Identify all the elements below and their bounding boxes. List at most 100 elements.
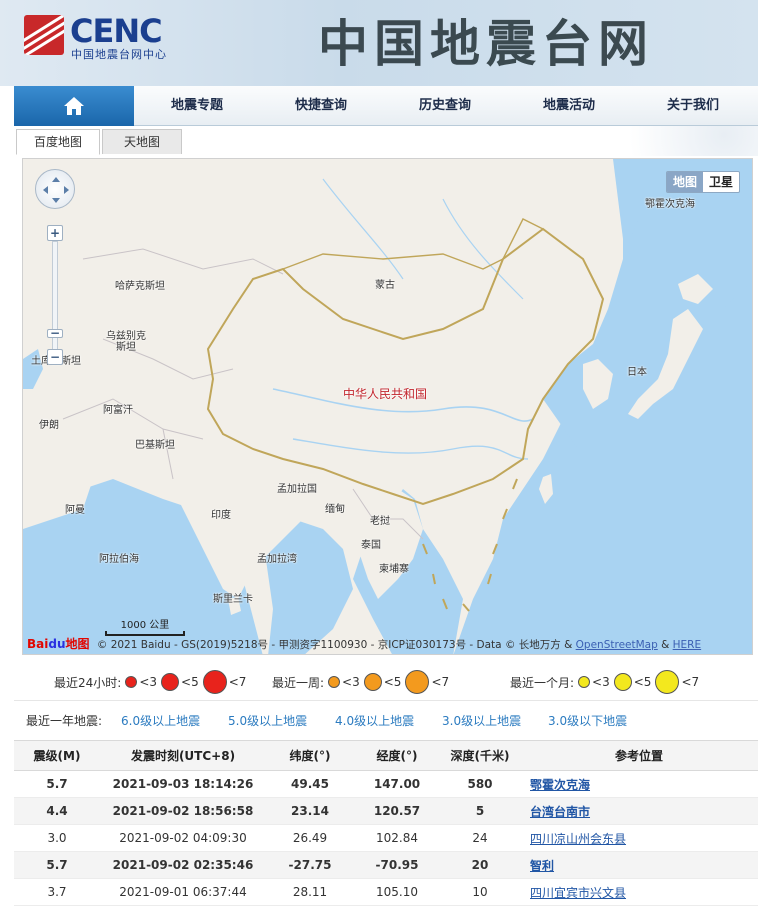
map-label-cambodia: 柬埔寨 xyxy=(379,564,409,575)
logo-text: CENC xyxy=(70,12,163,50)
map-label-arabian-sea: 阿拉伯海 xyxy=(99,554,139,565)
pan-control[interactable] xyxy=(35,169,75,209)
cell-latitude: 49.45 xyxy=(266,770,354,798)
legend-dot-week-medium xyxy=(363,673,382,691)
map-label-myanmar: 缅甸 xyxy=(325,504,345,515)
cell-time: 2021-09-01 06:37:44 xyxy=(100,878,266,906)
cell-location: 四川凉山州会东县 xyxy=(520,824,758,852)
tab-baidu-map[interactable]: 百度地图 xyxy=(16,129,100,155)
map-type-map-button[interactable]: 地图 xyxy=(666,172,703,192)
legend-month-size-3: <7 xyxy=(681,675,700,689)
banner-decoration xyxy=(590,126,758,156)
legend-month-size-2: <5 xyxy=(633,675,652,689)
cell-location: 鄂霍次克海 xyxy=(520,770,758,798)
legend-week-size-2: <5 xyxy=(383,675,402,689)
map-label-china: 中华人民共和国 xyxy=(343,387,428,401)
table-header-row: 震级(M) 发震时刻(UTC+8) 纬度(°) 经度(°) 深度(千米) 参考位… xyxy=(14,740,758,771)
legend-dot-month-small xyxy=(578,676,591,688)
cell-depth: 10 xyxy=(440,878,520,906)
legend-dot-24h-large xyxy=(202,670,227,694)
zoom-out-button[interactable]: − xyxy=(47,349,63,365)
location-link[interactable]: 四川凉山州会东县 xyxy=(530,832,626,846)
legend-week: 最近一周: <3 <5 <7 xyxy=(272,670,449,694)
map-label-thailand: 泰国 xyxy=(361,540,381,551)
nav-item-topics[interactable]: 地震专题 xyxy=(142,86,252,126)
cell-latitude: 26.49 xyxy=(266,824,354,852)
location-link[interactable]: 鄂霍次克海 xyxy=(530,778,590,792)
copyright-text: © 2021 Baidu - GS(2019)5218号 - 甲测资字11009… xyxy=(96,639,573,651)
map-label-kazakhstan: 哈萨克斯坦 xyxy=(115,281,165,292)
nav-home[interactable] xyxy=(14,86,134,126)
legend-24h-size-3: <7 xyxy=(228,675,247,689)
map-label-bangladesh: 孟加拉国 xyxy=(277,484,317,495)
map-scale: 1000 公里 xyxy=(105,616,185,636)
year-filter-label: 最近一年地震: xyxy=(26,714,103,728)
nav-item-quick-query[interactable]: 快捷查询 xyxy=(266,86,376,126)
map-label-japan: 日本 xyxy=(627,367,647,378)
earthquake-map[interactable]: 鄂霍次克海 哈萨克斯坦 蒙古 乌兹别克斯坦 土库曼斯坦 中华人民共和国 日本 阿… xyxy=(22,158,753,655)
table-row: 3.7 2021-09-01 06:37:44 28.11 105.10 10 … xyxy=(14,878,758,906)
nav-item-history-query[interactable]: 历史查询 xyxy=(390,86,500,126)
main-nav: 地震专题 快捷查询 历史查询 地震活动 关于我们 xyxy=(14,86,758,126)
location-link[interactable]: 台湾台南市 xyxy=(530,805,590,819)
earthquake-table: 震级(M) 发震时刻(UTC+8) 纬度(°) 经度(°) 深度(千米) 参考位… xyxy=(14,740,758,906)
legend-dot-week-large xyxy=(405,670,430,694)
cell-magnitude: 3.7 xyxy=(14,878,100,906)
location-link[interactable]: 智利 xyxy=(530,859,554,873)
legend-dot-week-small xyxy=(328,676,341,688)
cell-magnitude: 3.0 xyxy=(14,824,100,852)
map-label-okhotsk: 鄂霍次克海 xyxy=(645,199,695,210)
pan-arrows-icon xyxy=(43,177,69,203)
legend-week-label: 最近一周: xyxy=(272,675,325,690)
cenc-logo[interactable]: CENC 中国地震台网中心 xyxy=(24,12,194,62)
col-time: 发震时刻(UTC+8) xyxy=(100,740,266,771)
legend-month-size-1: <3 xyxy=(592,675,610,689)
col-latitude: 纬度(°) xyxy=(266,740,354,771)
location-link[interactable]: 四川宜宾市兴文县 xyxy=(530,886,626,900)
zoom-in-button[interactable]: + xyxy=(47,225,63,241)
nav-item-activity[interactable]: 地震活动 xyxy=(514,86,624,126)
cell-time: 2021-09-02 18:56:58 xyxy=(100,797,266,825)
cell-location: 智利 xyxy=(520,851,758,879)
legend-week-size-1: <3 xyxy=(342,675,360,689)
map-label-laos: 老挝 xyxy=(370,516,390,527)
cell-longitude: 120.57 xyxy=(354,797,440,825)
map-label-afghanistan: 阿富汗 xyxy=(103,405,133,416)
map-label-sri-lanka: 斯里兰卡 xyxy=(213,594,253,605)
cell-depth: 24 xyxy=(440,824,520,852)
baidu-map-logo[interactable]: Baidu地图 xyxy=(27,634,90,654)
legend-24h-label: 最近24小时: xyxy=(54,675,122,690)
cell-latitude: -27.75 xyxy=(266,851,354,879)
filter-4-plus[interactable]: 4.0级以上地震 xyxy=(335,712,414,729)
cell-longitude: 102.84 xyxy=(354,824,440,852)
zoom-slider-handle[interactable]: − xyxy=(47,327,63,339)
col-location: 参考位置 xyxy=(520,740,758,771)
legend-24h-size-1: <3 xyxy=(139,675,158,689)
nav-item-about[interactable]: 关于我们 xyxy=(638,86,748,126)
cell-longitude: -70.95 xyxy=(354,851,440,879)
cell-magnitude: 5.7 xyxy=(14,770,100,798)
cell-magnitude: 4.4 xyxy=(14,797,100,825)
map-label-bay-of-bengal: 孟加拉湾 xyxy=(257,554,297,565)
filter-3-plus[interactable]: 3.0级以上地震 xyxy=(442,712,521,729)
map-type-switch: 地图 卫星 xyxy=(665,171,740,193)
openstreetmap-link[interactable]: OpenStreetMap xyxy=(576,639,658,651)
cell-latitude: 28.11 xyxy=(266,878,354,906)
filter-below-3[interactable]: 3.0级以下地震 xyxy=(548,712,627,729)
here-link[interactable]: HERE xyxy=(673,639,701,651)
legend: 最近24小时: <3 <5 <7 最近一周: <3 <5 <7 最近一个月: <… xyxy=(0,668,758,696)
map-type-satellite-button[interactable]: 卫星 xyxy=(702,172,739,192)
tab-tianditu[interactable]: 天地图 xyxy=(102,129,182,154)
cell-latitude: 23.14 xyxy=(266,797,354,825)
filter-5-plus[interactable]: 5.0级以上地震 xyxy=(228,712,307,729)
map-label-oman: 阿曼 xyxy=(65,505,85,516)
cell-time: 2021-09-02 04:09:30 xyxy=(100,824,266,852)
divider xyxy=(14,700,758,701)
map-label-pakistan: 巴基斯坦 xyxy=(135,440,175,451)
col-depth: 深度(千米) xyxy=(440,740,520,771)
cell-depth: 5 xyxy=(440,797,520,825)
legend-dot-24h-medium xyxy=(161,673,180,691)
map-copyright: Baidu地图 © 2021 Baidu - GS(2019)5218号 - 甲… xyxy=(23,634,752,654)
site-header: CENC 中国地震台网中心 中国地震台网 xyxy=(0,0,758,86)
filter-6-plus[interactable]: 6.0级以上地震 xyxy=(121,712,200,729)
